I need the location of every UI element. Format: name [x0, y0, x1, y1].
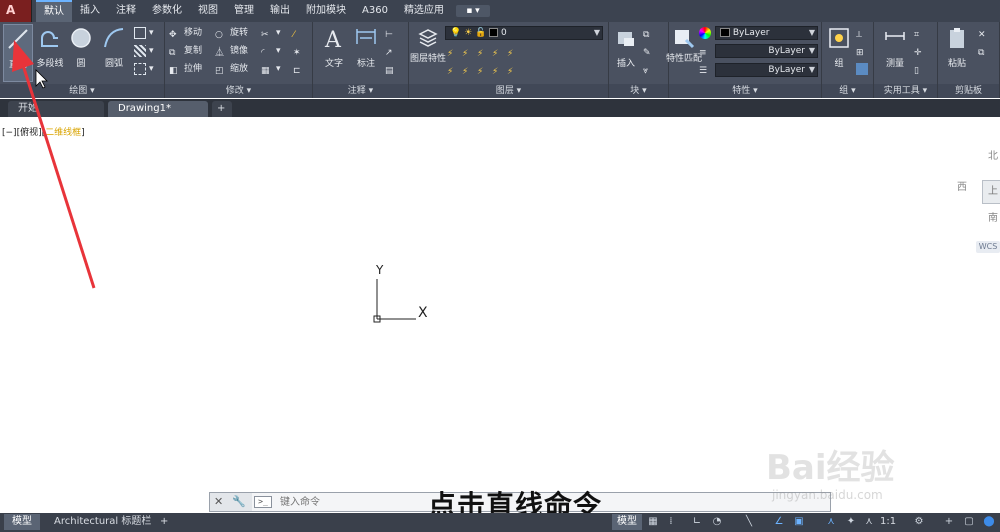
plus-icon[interactable]: +: [942, 515, 956, 529]
grid-icon[interactable]: ▦: [646, 515, 660, 529]
annotation-scale-icon[interactable]: ⋏: [862, 515, 876, 529]
customize-icon[interactable]: ⬤: [982, 515, 996, 529]
ortho-icon[interactable]: ∟: [690, 515, 704, 529]
baidu-watermark: Bai经验 jingyan.baidu.com: [756, 420, 992, 512]
watermark-url: jingyan.baidu.com: [772, 488, 883, 502]
command-prompt-icon[interactable]: >_: [254, 496, 272, 508]
annotation-scale-value[interactable]: 1:1: [876, 514, 900, 530]
isodraft-icon[interactable]: ╲: [742, 515, 756, 529]
fullscreen-icon[interactable]: ▢: [962, 515, 976, 529]
add-layout-button[interactable]: +: [152, 514, 176, 530]
workspace-gear-icon[interactable]: ⚙: [912, 515, 926, 529]
model-space-button[interactable]: 模型: [612, 514, 642, 530]
layout-tab[interactable]: Architectural 标题栏: [46, 514, 159, 530]
annotation-visibility-icon[interactable]: ⋏: [824, 515, 838, 529]
snap-icon[interactable]: ⁞: [664, 515, 678, 529]
annotation-autoscale-icon[interactable]: ✦: [844, 515, 858, 529]
command-line-tools: ✕ 🔧: [210, 493, 252, 511]
watermark-brand: Bai经验: [766, 448, 895, 488]
wrench-icon[interactable]: 🔧: [232, 495, 246, 508]
model-tab[interactable]: 模型: [4, 514, 40, 530]
osnap-icon[interactable]: ∠: [772, 515, 786, 529]
polar-icon[interactable]: ◔: [710, 515, 724, 529]
mouse-cursor-icon: [35, 69, 48, 89]
autocad-window: A 默认 插入 注释 参数化 视图 管理 输出 附加模块 A360 精选应用 ▪…: [0, 0, 1000, 532]
otrack-icon[interactable]: ▣: [792, 515, 806, 529]
close-icon[interactable]: ✕: [214, 495, 223, 508]
status-bar: 模型 Architectural 标题栏 + 模型 ▦ ⁞ ∟ ◔ ╲ ∠ ▣ …: [0, 513, 1000, 532]
